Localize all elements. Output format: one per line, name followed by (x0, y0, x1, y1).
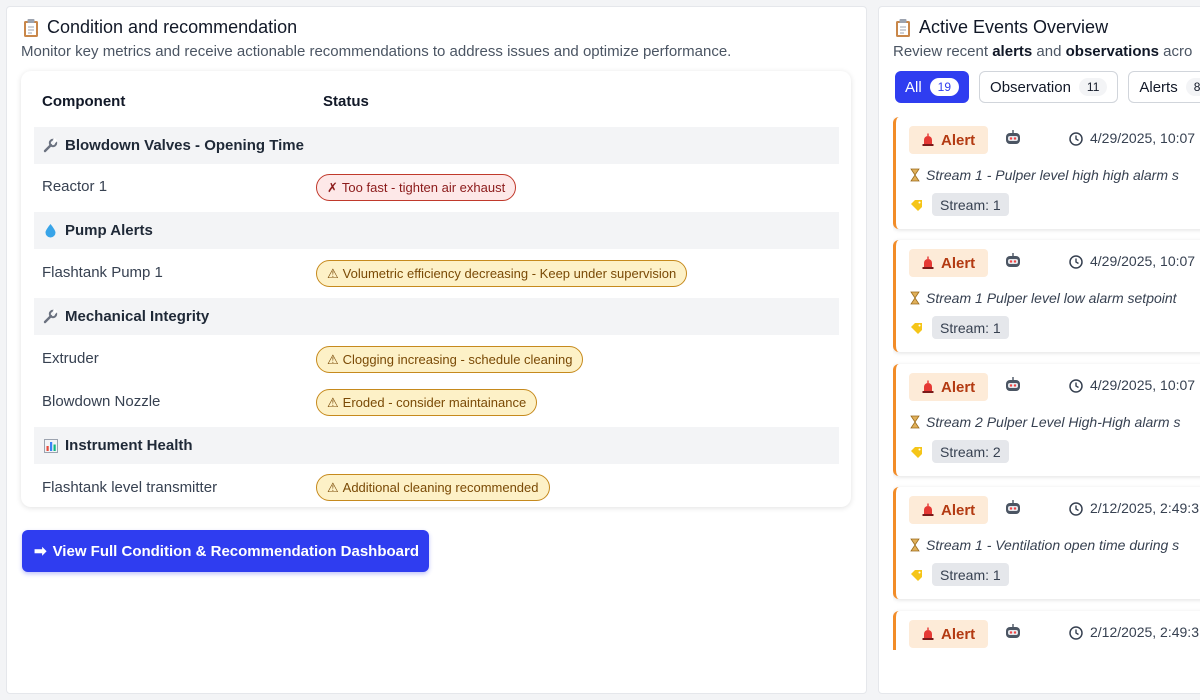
robot-icon (1004, 623, 1022, 641)
event-timestamp: 4/29/2025, 10:07 (1090, 377, 1196, 393)
event-timestamp: 2/12/2025, 2:49:3 (1090, 500, 1199, 516)
siren-icon (922, 133, 934, 146)
events-panel-header: Active Events Overview (895, 17, 1108, 38)
component-name: Extruder (42, 350, 99, 367)
stream-tag: Stream: 1 (932, 193, 1009, 216)
condition-panel-subtitle: Monitor key metrics and receive actionab… (21, 43, 732, 60)
hourglass-icon (910, 415, 920, 429)
wrench-icon (43, 309, 58, 324)
event-list: Alert 4/29/2025, 10:07 Stream 1 - Pulper l… (893, 117, 1200, 650)
tab-alerts[interactable]: Alerts 8 (1128, 71, 1200, 103)
view-dashboard-button[interactable]: ➡ View Full Condition & Recommendation D… (22, 530, 429, 572)
event-card[interactable]: Alert 4/29/2025, 10:07 Stream 2 Pulper Lev… (893, 364, 1200, 476)
event-card[interactable]: Alert 2/12/2025, 2:49:3 (893, 611, 1200, 650)
status-badge: ⚠ Volumetric efficiency decreasing - Kee… (316, 260, 688, 287)
clock-icon (1069, 255, 1083, 269)
alert-badge: Alert (909, 620, 988, 648)
robot-icon (1004, 376, 1022, 394)
clock-icon (1069, 379, 1083, 393)
status-badge: ⚠ Additional cleaning recommended (316, 474, 550, 501)
event-description: Stream 1 - Ventilation open time during … (910, 537, 1179, 553)
hourglass-icon (910, 291, 920, 305)
event-filter-tabs: All 19 Observation 11 Alerts 8 (895, 71, 1200, 103)
group-label: Mechanical Integrity (65, 308, 210, 325)
event-description: Stream 1 - Pulper level high high alarm … (910, 167, 1179, 183)
tag-icon (910, 322, 923, 335)
arrow-right-icon: ➡ (34, 543, 47, 560)
group-row-blowdown-valves: Blowdown Valves - Opening Time (34, 127, 839, 164)
events-panel-subtitle: Review recent alerts and observations ac… (893, 43, 1193, 60)
bar-chart-icon (43, 438, 58, 453)
warning-icon: ⚠ (327, 265, 339, 281)
event-timestamp: 4/29/2025, 10:07 (1090, 253, 1196, 269)
group-label: Instrument Health (65, 437, 193, 454)
warning-icon: ⚠ (327, 479, 339, 495)
event-card[interactable]: Alert 2/12/2025, 2:49:3 Stream 1 - Ventila… (893, 487, 1200, 599)
events-panel: Active Events Overview Review recent ale… (878, 6, 1200, 694)
stream-tag: Stream: 2 (932, 440, 1009, 463)
group-row-mechanical-integrity: Mechanical Integrity (34, 298, 839, 335)
stream-tag: Stream: 1 (932, 563, 1009, 586)
component-name: Blowdown Nozzle (42, 393, 161, 410)
tag-icon (910, 446, 923, 459)
group-label: Blowdown Valves - Opening Time (65, 137, 304, 154)
page-title: Condition and recommendation (47, 17, 298, 37)
event-timestamp: 4/29/2025, 10:07 (1090, 130, 1196, 146)
tab-observation[interactable]: Observation 11 (979, 71, 1119, 103)
tab-count: 8 (1185, 78, 1200, 96)
event-description: Stream 1 Pulper level low alarm setpoint (910, 290, 1177, 306)
component-name: Reactor 1 (42, 178, 108, 195)
event-card[interactable]: Alert 4/29/2025, 10:07 Stream 1 - Pulper l… (893, 117, 1200, 229)
siren-icon (922, 503, 934, 516)
condition-panel-header: Condition and recommendation (23, 17, 297, 38)
status-badge: ⚠ Clogging increasing - schedule cleanin… (316, 346, 584, 373)
event-card[interactable]: Alert 4/29/2025, 10:07 Stream 1 Pulper lev… (893, 240, 1200, 352)
event-timestamp: 2/12/2025, 2:49:3 (1090, 624, 1199, 640)
status-badge: ⚠ Eroded - consider maintainance (316, 389, 538, 416)
alert-badge: Alert (909, 249, 988, 277)
hourglass-icon (910, 168, 920, 182)
tab-count: 19 (929, 78, 960, 96)
group-row-pump-alerts: Pump Alerts (34, 212, 839, 249)
status-badge: ✗ Too fast - tighten air exhaust (316, 174, 517, 201)
siren-icon (922, 256, 934, 269)
component-name: Flashtank level transmitter (42, 479, 218, 496)
alert-badge: Alert (909, 373, 988, 401)
component-name: Flashtank Pump 1 (42, 264, 163, 281)
clock-icon (1069, 502, 1083, 516)
hourglass-icon (910, 538, 920, 552)
robot-icon (1004, 129, 1022, 147)
condition-panel: Condition and recommendation Monitor key… (6, 6, 867, 694)
tab-all[interactable]: All 19 (895, 71, 970, 103)
events-title: Active Events Overview (919, 17, 1109, 37)
column-header-status: Status (323, 93, 369, 110)
wrench-icon (43, 138, 58, 153)
group-row-instrument-health: Instrument Health (34, 427, 839, 464)
warning-icon: ⚠ (327, 394, 339, 410)
robot-icon (1004, 499, 1022, 517)
clipboard-icon (895, 18, 911, 38)
tag-icon (910, 199, 923, 212)
warning-icon: ⚠ (327, 351, 339, 367)
siren-icon (922, 380, 934, 393)
condition-table: Component Status Blowdown Valves - Openi… (21, 71, 851, 507)
alert-badge: Alert (909, 496, 988, 524)
droplet-icon (43, 223, 58, 238)
siren-icon (922, 627, 934, 640)
group-label: Pump Alerts (65, 222, 153, 239)
clock-icon (1069, 626, 1083, 640)
stream-tag: Stream: 1 (932, 316, 1009, 339)
x-icon: ✗ (327, 179, 338, 195)
clock-icon (1069, 132, 1083, 146)
column-header-component: Component (42, 93, 126, 110)
robot-icon (1004, 252, 1022, 270)
alert-badge: Alert (909, 126, 988, 154)
event-description: Stream 2 Pulper Level High-High alarm s (910, 414, 1180, 430)
tag-icon (910, 569, 923, 582)
tab-count: 11 (1078, 78, 1108, 96)
clipboard-icon (23, 18, 39, 38)
